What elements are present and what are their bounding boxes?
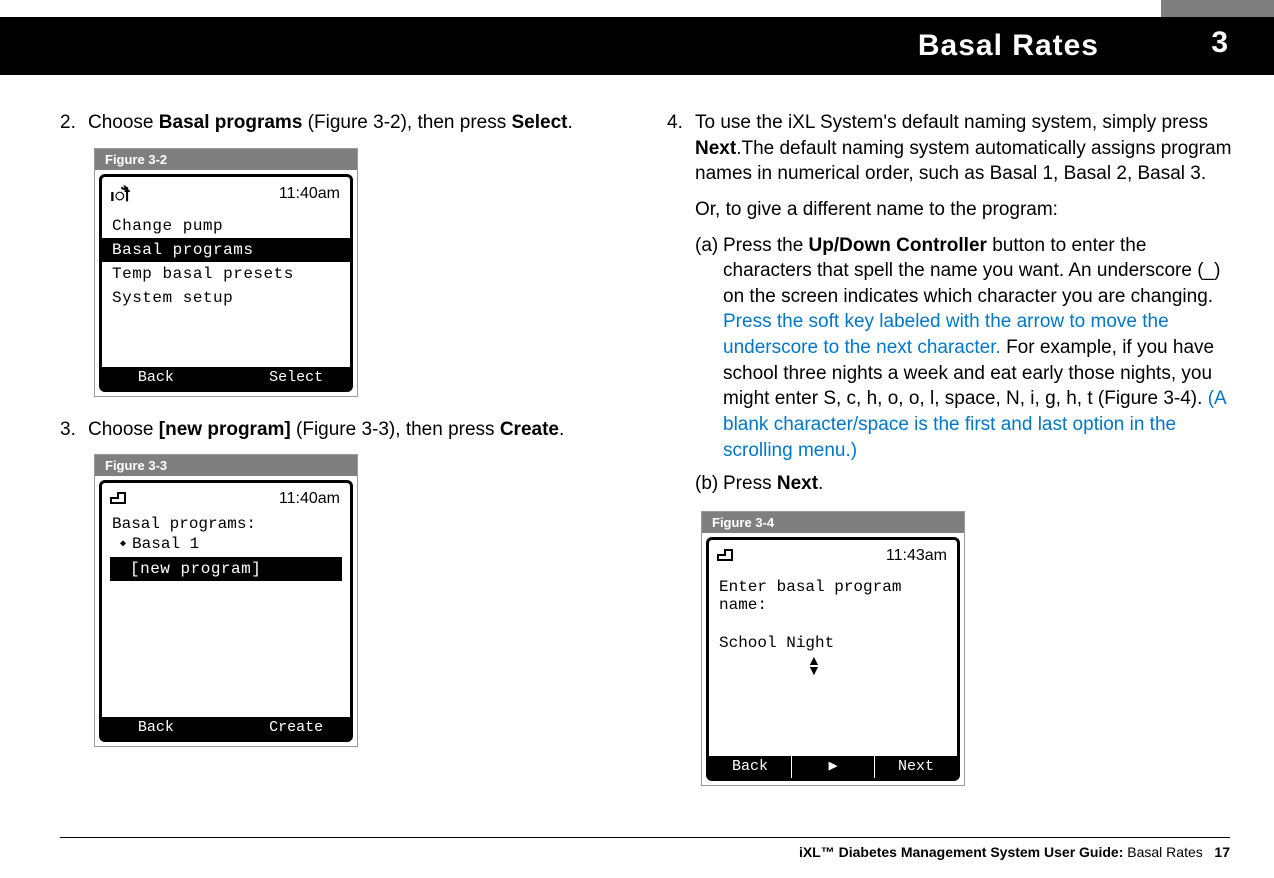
step-3: 3. Choose [new program] (Figure 3-3), th… [60, 417, 627, 443]
substep-text: Press Next. [723, 471, 1234, 497]
menu-item[interactable]: Change pump [102, 214, 350, 238]
basal-icon [110, 489, 132, 509]
figure-3-3: Figure 3-3 11:40am Basal programs: Basal… [94, 454, 358, 747]
figure-label: Figure 3-4 [702, 512, 964, 533]
bold-text: Next [695, 138, 736, 159]
device-screen: 11:43am Enter basal program name: School… [706, 537, 960, 781]
substep-label: (b) [695, 471, 723, 497]
text: Choose [88, 112, 159, 133]
softkey-bar: Back Select [102, 367, 350, 389]
status-bar: 11:43am [709, 540, 957, 568]
bold-text: Create [500, 419, 559, 440]
softkey-arrow[interactable]: ▶ [792, 756, 875, 778]
text: (Figure 3-3), then press [291, 419, 500, 440]
clock: 11:43am [886, 547, 947, 565]
softkey-back[interactable]: Back [709, 756, 792, 778]
page-number: 17 [1214, 844, 1230, 860]
status-bar: ıॏ 11:40am [102, 177, 350, 208]
menu-item[interactable]: Temp basal presets [102, 262, 350, 286]
softkey-spacer [210, 367, 242, 389]
menu-item[interactable]: System setup [102, 286, 350, 310]
softkey-bar: Back Create [102, 717, 350, 739]
clock: 11:40am [279, 490, 340, 508]
basal-icon [717, 546, 739, 566]
screen-prompt: Enter basal program name: [709, 574, 957, 614]
figure-3-4: Figure 3-4 11:43am Enter basal program n… [701, 511, 965, 786]
text: To use the iXL System's default naming s… [695, 112, 1208, 133]
column-right: 4. To use the iXL System's default namin… [667, 110, 1234, 818]
text: . [818, 473, 823, 494]
list-item[interactable]: Basal 1 [102, 533, 350, 553]
step-4: 4. To use the iXL System's default namin… [667, 110, 1234, 499]
updown-indicator: ▲▼ [807, 656, 947, 676]
step-2: 2. Choose Basal programs (Figure 3-2), t… [60, 110, 627, 136]
chapter-number: 3 [1211, 26, 1228, 60]
substep-label: (a) [695, 233, 723, 464]
column-left: 2. Choose Basal programs (Figure 3-2), t… [60, 110, 627, 818]
text: Choose [88, 419, 159, 440]
step-text: Choose [new program] (Figure 3-3), then … [88, 417, 627, 443]
page-title: Basal Rates [918, 29, 1099, 63]
page-header: Basal Rates [0, 17, 1274, 75]
substep-b: (b) Press Next. [695, 471, 1234, 497]
content-area: 2. Choose Basal programs (Figure 3-2), t… [60, 110, 1234, 818]
entered-text: School Night [719, 634, 834, 652]
step-number: 4. [667, 110, 695, 499]
step-text: To use the iXL System's default naming s… [695, 110, 1234, 499]
bold-text: Basal programs [159, 112, 303, 133]
text: Or, to give a different name to the prog… [695, 197, 1234, 223]
figure-label: Figure 3-2 [95, 149, 357, 170]
step-text: Choose Basal programs (Figure 3-2), then… [88, 110, 627, 136]
substep-a: (a) Press the Up/Down Controller button … [695, 233, 1234, 464]
status-bar: 11:40am [102, 483, 350, 511]
substep-text: Press the Up/Down Controller button to e… [723, 233, 1234, 464]
figure-label: Figure 3-3 [95, 455, 357, 476]
menu-list: Change pump Basal programs Temp basal pr… [102, 214, 350, 310]
softkey-create[interactable]: Create [242, 717, 350, 739]
device-screen: 11:40am Basal programs: Basal 1 [new pro… [99, 480, 353, 742]
softkey-bar: Back ▶ Next [709, 756, 957, 778]
page-footer: iXL™ Diabetes Management System User Gui… [60, 837, 1230, 860]
figure-3-2: Figure 3-2 ıॏ 11:40am Change pump Basal … [94, 148, 358, 397]
footer-section: Basal Rates [1123, 844, 1202, 860]
softkey-back[interactable]: Back [102, 717, 210, 739]
status-icon: ıॏ [110, 183, 129, 206]
softkey-spacer [210, 717, 242, 739]
footer-title: iXL™ Diabetes Management System User Gui… [799, 844, 1123, 860]
bold-text: Up/Down Controller [809, 235, 987, 256]
softkey-back[interactable]: Back [102, 367, 210, 389]
step-number: 2. [60, 110, 88, 136]
step-number: 3. [60, 417, 88, 443]
name-input-display[interactable]: School Night ▲▼ [709, 614, 957, 676]
screen-heading: Basal programs: [102, 511, 350, 533]
softkey-select[interactable]: Select [242, 367, 350, 389]
bold-text: [new program] [159, 419, 291, 440]
menu-item-selected[interactable]: Basal programs [102, 238, 350, 262]
text: . [559, 419, 564, 440]
text: .The default naming system automatically… [695, 138, 1231, 185]
list-item-selected[interactable]: [new program] [110, 557, 342, 581]
bold-text: Next [777, 473, 818, 494]
device-screen: ıॏ 11:40am Change pump Basal programs Te… [99, 174, 353, 392]
text: Press the [723, 235, 809, 256]
clock: 11:40am [279, 185, 340, 203]
text: (Figure 3-2), then press [302, 112, 511, 133]
softkey-next[interactable]: Next [875, 756, 957, 778]
text: Press [723, 473, 777, 494]
text: . [567, 112, 572, 133]
bold-text: Select [512, 112, 568, 133]
